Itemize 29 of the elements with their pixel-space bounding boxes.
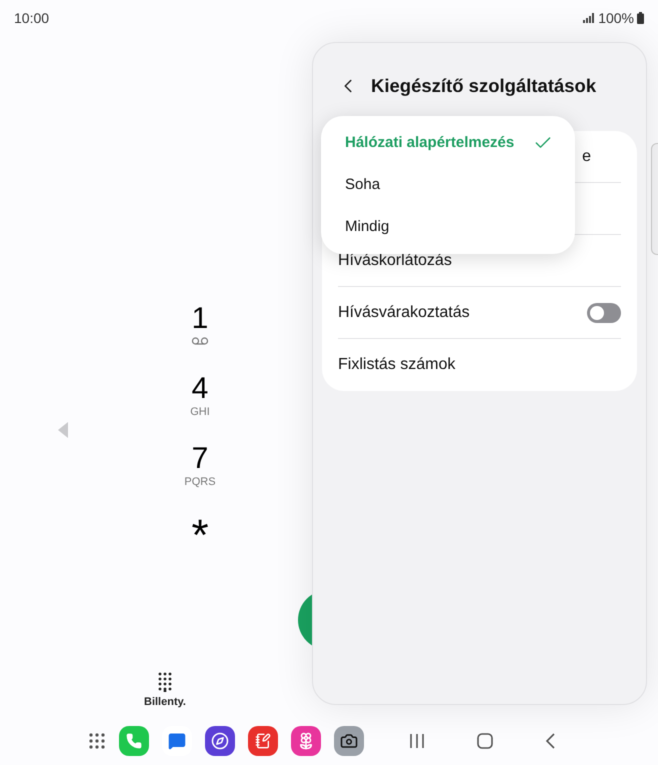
keypad-tab[interactable]: Billenty.: [144, 672, 186, 710]
home-icon[interactable]: [477, 733, 493, 749]
row-label[interactable]: Hívásvárakoztatás: [338, 300, 470, 324]
recents-icon[interactable]: [409, 734, 425, 748]
camera-app-icon[interactable]: [334, 726, 364, 756]
key-letters: PQRS: [184, 476, 216, 488]
apps-grid-icon[interactable]: [88, 732, 106, 750]
row-label[interactable]: e: [582, 144, 591, 168]
battery-percent: 100%: [598, 8, 634, 28]
row-label[interactable]: Fixlistás számok: [338, 353, 456, 377]
battery-icon: [637, 12, 644, 24]
key-digit[interactable]: *: [191, 514, 209, 558]
window-title: Kiegészítő szolgáltatások: [371, 74, 596, 98]
key-letters: GHI: [190, 406, 210, 418]
key-digit[interactable]: 1: [192, 302, 208, 336]
toggle-switch[interactable]: [587, 302, 621, 322]
browser-app-icon[interactable]: [205, 726, 235, 756]
key-digit[interactable]: 7: [192, 442, 208, 476]
back-icon[interactable]: [545, 733, 555, 749]
menu-option[interactable]: Soha: [321, 164, 575, 206]
key-digit[interactable]: 4: [192, 372, 208, 406]
gallery-app-icon[interactable]: [291, 726, 321, 756]
notes-app-icon[interactable]: [248, 726, 278, 756]
resize-handle[interactable]: [651, 143, 658, 255]
signal-icon: [583, 13, 596, 23]
keypad-icon: [158, 672, 172, 692]
status-time: 10:00: [14, 8, 50, 28]
menu-option[interactable]: Mindig: [321, 206, 575, 248]
voicemail-icon: [191, 337, 209, 345]
